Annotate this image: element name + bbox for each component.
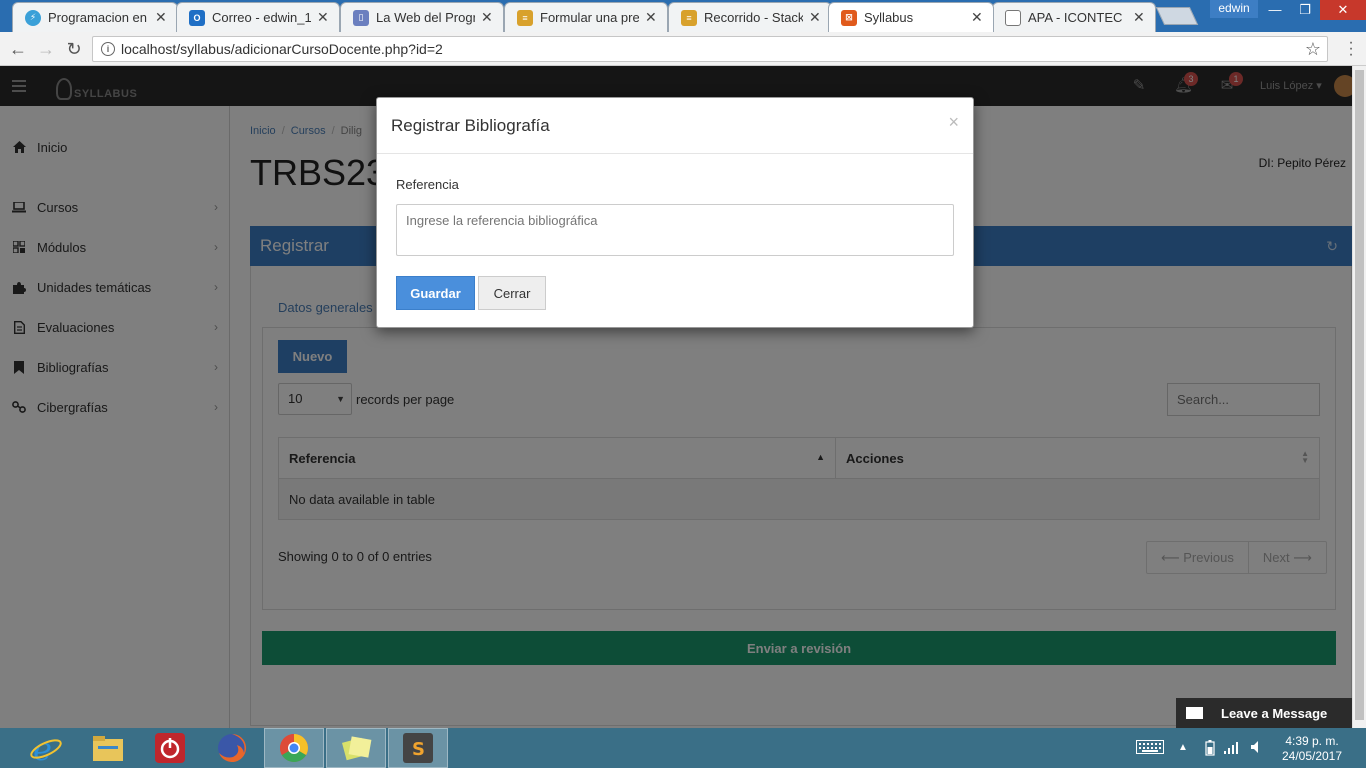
chevron-up-icon[interactable]: ▲ (1178, 742, 1188, 758)
url-text: localhost/syllabus/adicionarCursoDocente… (121, 41, 443, 57)
browser-tab[interactable]: ⚡ Programacion en c ✕ (12, 2, 178, 32)
sticky-notes-icon[interactable] (326, 728, 386, 768)
save-button[interactable]: Guardar (396, 276, 475, 310)
modal-title: Registrar Bibliografía (391, 116, 550, 135)
cancel-button[interactable]: Cerrar (478, 276, 546, 310)
envelope-icon (1186, 707, 1203, 719)
page-scrollbar[interactable] (1352, 66, 1366, 728)
tab-close-icon[interactable]: ✕ (481, 9, 495, 26)
internet-explorer-icon[interactable]: e (16, 728, 76, 768)
register-bibliography-modal: Registrar Bibliografía × Referencia Guar… (376, 97, 974, 328)
browser-menu-icon[interactable]: · · · (1344, 35, 1358, 63)
tab-close-icon[interactable]: ✕ (645, 9, 659, 26)
page-icon (1005, 9, 1021, 26)
tab-close-icon[interactable]: ✕ (971, 9, 985, 26)
tab-close-icon[interactable]: ✕ (809, 9, 823, 26)
tab-close-icon[interactable]: ✕ (1133, 9, 1147, 26)
reference-textarea[interactable] (396, 204, 954, 256)
chrome-icon[interactable] (264, 728, 324, 768)
tab-close-icon[interactable]: ✕ (155, 9, 169, 26)
file-explorer-icon[interactable] (78, 728, 138, 768)
modal-divider (377, 153, 973, 154)
tab-favicon-icon: ⚡ (25, 9, 41, 26)
new-tab-button[interactable] (1155, 7, 1199, 25)
restore-icon[interactable]: ❐ (1290, 0, 1320, 20)
forward-icon[interactable]: → (34, 37, 58, 61)
browser-tab[interactable]: ≡ Formular una pregu ✕ (504, 2, 668, 32)
bookmark-star-icon[interactable]: ☆ (1305, 39, 1321, 60)
firefox-icon[interactable] (202, 728, 262, 768)
profile-chip[interactable]: edwin (1210, 0, 1258, 18)
site-info-icon[interactable]: i (101, 42, 115, 56)
window-controls: — ❐ ✕ (1260, 0, 1366, 20)
back-icon[interactable]: ← (6, 37, 30, 61)
browser-tab[interactable]: ▯ La Web del Program ✕ (340, 2, 504, 32)
browser-tab[interactable]: ≡ Recorrido - Stack O ✕ (668, 2, 832, 32)
browser-tab[interactable]: APA - ICONTEC ✕ (992, 2, 1156, 32)
browser-tab[interactable]: O Correo - edwin_177 ✕ (176, 2, 340, 32)
minimize-icon[interactable]: — (1260, 0, 1290, 20)
tab-close-icon[interactable]: ✕ (317, 9, 331, 26)
app-viewport: SYLLABUS ✎ 🔔︎ 3 ✉ 1 Luis López ▾ Inicio … (0, 66, 1352, 728)
browser-tab-active[interactable]: ⊠ Syllabus ✕ (828, 2, 994, 32)
volume-icon[interactable] (1250, 740, 1264, 756)
taskbar: e S ▲ 4:39 p. m. 24/05/2017 (0, 728, 1366, 768)
keyboard-icon[interactable] (1136, 740, 1164, 756)
svg-text:S: S (412, 739, 425, 760)
xampp-icon: ⊠ (841, 9, 857, 26)
system-clock[interactable]: 4:39 p. m. 24/05/2017 (1276, 734, 1348, 764)
browser-toolbar: ← → ↻ i localhost/syllabus/adicionarCurs… (0, 32, 1366, 66)
scrollbar-thumb[interactable] (1355, 70, 1364, 720)
leave-message-widget[interactable]: Leave a Message (1176, 698, 1352, 728)
sublime-text-icon[interactable]: S (388, 728, 448, 768)
stackoverflow-icon: ≡ (681, 9, 697, 26)
browser-tab-strip: ⚡ Programacion en c ✕ O Correo - edwin_1… (0, 0, 1366, 32)
reload-icon[interactable]: ↻ (62, 37, 86, 61)
tab-favicon-icon: ▯ (353, 9, 369, 26)
power-app-icon[interactable] (140, 728, 200, 768)
outlook-icon: O (189, 9, 205, 26)
signal-icon[interactable] (1224, 740, 1240, 756)
close-window-icon[interactable]: ✕ (1320, 0, 1366, 20)
address-bar[interactable]: i localhost/syllabus/adicionarCursoDocen… (92, 36, 1328, 62)
close-icon[interactable]: × (948, 112, 959, 133)
stackoverflow-icon: ≡ (517, 9, 533, 26)
battery-icon[interactable] (1205, 740, 1215, 756)
reference-label: Referencia (396, 177, 459, 192)
